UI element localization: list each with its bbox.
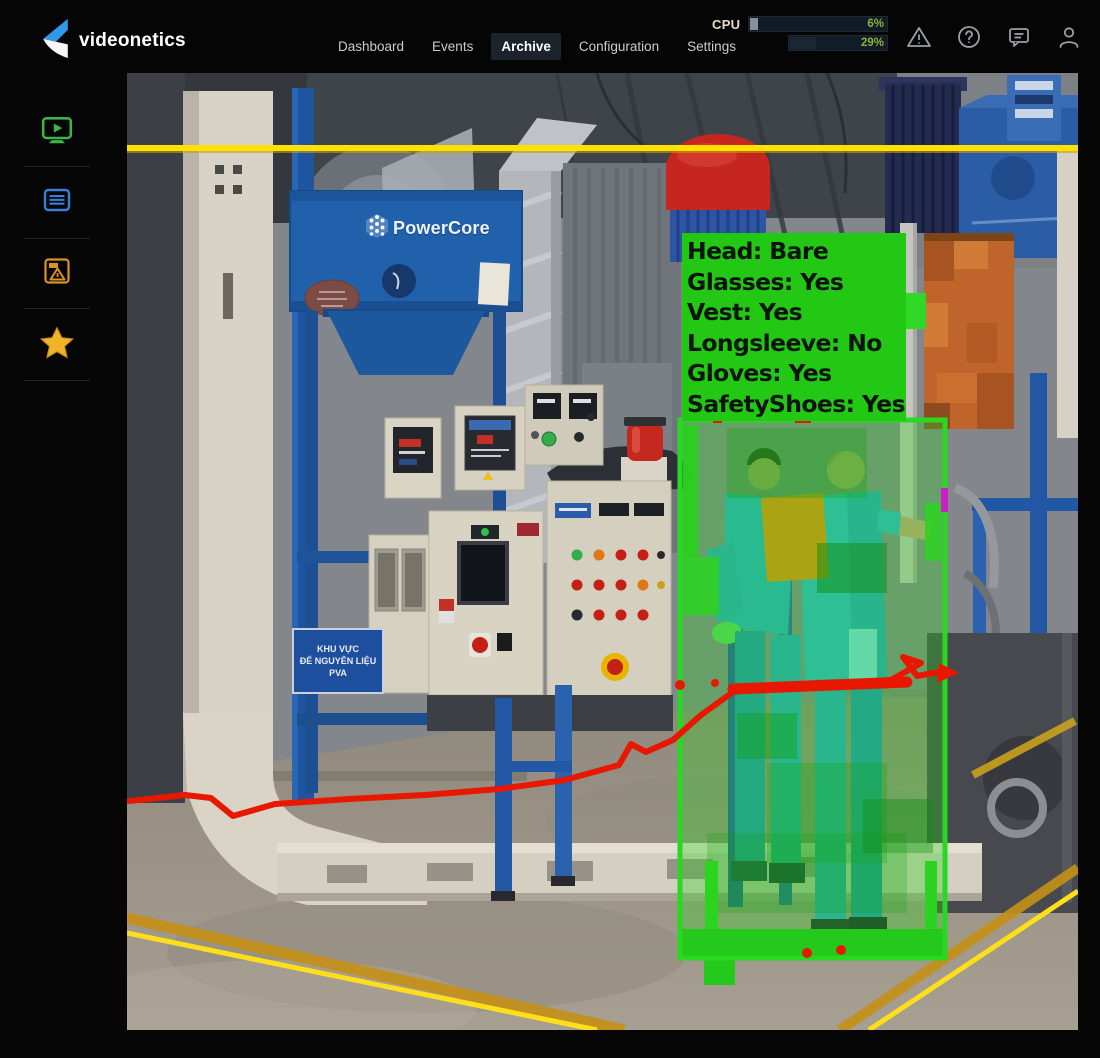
tab-dashboard[interactable]: Dashboard bbox=[328, 33, 414, 60]
cpu-label: CPU bbox=[712, 17, 748, 32]
area-sign: KHU VỰC ĐỂ NGUYÊN LIỆU PVA bbox=[292, 628, 384, 694]
tab-configuration[interactable]: Configuration bbox=[569, 33, 669, 60]
area-sign-line: PVA bbox=[294, 668, 382, 678]
alert-triangle-icon[interactable] bbox=[906, 24, 932, 50]
cpu-meter: CPU 6% 29% bbox=[712, 16, 888, 54]
top-bar: videonetics Dashboard Events Archive Con… bbox=[0, 0, 1100, 73]
sidebar-item-event-list[interactable] bbox=[38, 183, 76, 221]
image-alert-icon bbox=[41, 255, 73, 292]
powercore-cube-icon bbox=[365, 213, 389, 244]
ppe-attribute-line: SafetyShoes: Yes bbox=[687, 389, 906, 420]
sidebar-divider bbox=[24, 238, 90, 239]
ppe-attribute-line: Gloves: Yes bbox=[687, 358, 906, 389]
ppe-attribute-line: Longsleeve: No bbox=[687, 328, 906, 359]
tab-archive[interactable]: Archive bbox=[491, 33, 561, 60]
sidebar-divider bbox=[24, 166, 90, 167]
video-viewport[interactable]: PowerCore KHU VỰC ĐỂ NGUYÊN LIỆU PVA Hea… bbox=[127, 73, 1078, 1030]
left-sidebar bbox=[0, 73, 127, 1058]
list-icon bbox=[41, 184, 73, 221]
sidebar-item-live-view[interactable] bbox=[38, 113, 76, 151]
brand-logo[interactable]: videonetics bbox=[36, 16, 186, 65]
help-icon[interactable] bbox=[956, 24, 982, 50]
tripwire-line bbox=[127, 145, 1078, 153]
ppe-attribute-line: Glasses: Yes bbox=[687, 267, 906, 298]
cpu-usage-fill-2 bbox=[790, 37, 816, 49]
main-nav: Dashboard Events Archive Configuration S… bbox=[328, 33, 746, 60]
sidebar-item-snapshot-alerts[interactable] bbox=[38, 254, 76, 292]
brand-name: videonetics bbox=[79, 30, 186, 52]
status-icon-row bbox=[906, 24, 1082, 50]
ppe-attribute-line: Head: Bare bbox=[687, 236, 906, 267]
sidebar-divider bbox=[24, 380, 90, 381]
area-sign-line: ĐỂ NGUYÊN LIỆU bbox=[294, 656, 382, 666]
monitor-play-icon bbox=[40, 113, 74, 152]
messages-icon[interactable] bbox=[1006, 24, 1032, 50]
white-frame-column bbox=[183, 91, 273, 793]
cpu-usage-bar-2: 29% bbox=[788, 35, 888, 51]
ppe-attributes-label: Head: Bare Glasses: Yes Vest: Yes Longsl… bbox=[682, 233, 906, 421]
cpu-usage-fill-1 bbox=[750, 18, 758, 30]
profile-icon[interactable] bbox=[1056, 24, 1082, 50]
camera-scene bbox=[127, 73, 1078, 1030]
control-panels bbox=[369, 385, 691, 731]
ppe-attribute-line: Vest: Yes bbox=[687, 297, 906, 328]
cpu-usage-value-1: 6% bbox=[867, 17, 884, 31]
sidebar-item-favorites[interactable] bbox=[38, 326, 76, 364]
cpu-usage-bar-1: 6% bbox=[748, 16, 888, 32]
cpu-usage-value-2: 29% bbox=[861, 36, 884, 50]
machine-brand-label: PowerCore bbox=[365, 213, 490, 244]
area-sign-line: KHU VỰC bbox=[294, 644, 382, 654]
tab-events[interactable]: Events bbox=[422, 33, 483, 60]
sidebar-divider bbox=[24, 308, 90, 309]
machine-brand-text: PowerCore bbox=[393, 218, 490, 239]
videonetics-chevron-icon bbox=[36, 16, 76, 65]
star-icon bbox=[39, 325, 75, 366]
